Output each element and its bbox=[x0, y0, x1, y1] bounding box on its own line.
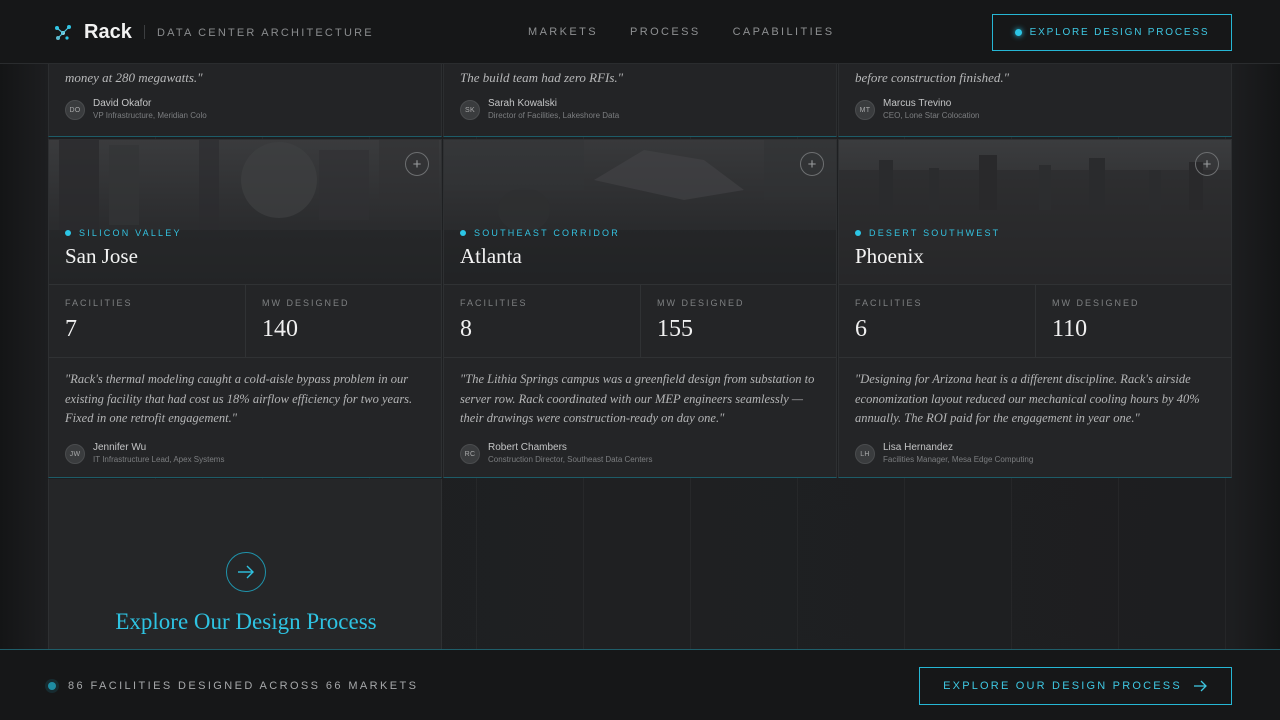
author-role: CEO, Lone Star Colocation bbox=[883, 111, 980, 120]
market-card-san-jose[interactable]: + SILICON VALLEY San Jose FACILITIES 7 M… bbox=[48, 139, 442, 478]
market-region: SILICON VALLEY bbox=[65, 228, 182, 238]
mw-value: 155 bbox=[657, 316, 693, 342]
testimonial-author: RC Robert Chambers Construction Director… bbox=[460, 442, 653, 466]
testimonial-quote: The build team had zero RFIs." bbox=[460, 70, 624, 85]
region-dot-icon bbox=[460, 230, 466, 236]
testimonial-card-top-1: money at 280 megawatts." DO David Okafor… bbox=[48, 64, 442, 137]
market-card-phoenix[interactable]: + DESERT SOUTHWEST Phoenix FACILITIES 6 … bbox=[838, 139, 1232, 478]
facilities-value: 8 bbox=[460, 316, 472, 342]
explore-process-title[interactable]: Explore Our Design Process bbox=[49, 609, 443, 635]
market-hero-image: + SILICON VALLEY San Jose bbox=[49, 140, 441, 285]
expand-plus-icon[interactable]: + bbox=[405, 152, 429, 176]
brand-tagline: DATA CENTER ARCHITECTURE bbox=[157, 27, 374, 39]
region-label: SOUTHEAST CORRIDOR bbox=[474, 228, 620, 238]
author-role: Director of Facilities, Lakeshore Data bbox=[488, 111, 620, 120]
explore-design-process-button[interactable]: EXPLORE DESIGN PROCESS bbox=[992, 14, 1232, 51]
market-city: Atlanta bbox=[460, 244, 522, 268]
explore-our-design-process-label: EXPLORE OUR DESIGN PROCESS bbox=[943, 680, 1182, 692]
rack-logo-icon[interactable] bbox=[52, 22, 74, 44]
author-name: Lisa Hernandez bbox=[883, 442, 954, 453]
mw-value: 110 bbox=[1052, 316, 1088, 342]
author-name: David Okafor bbox=[93, 98, 152, 109]
avatar: DO bbox=[65, 100, 85, 120]
facilities-summary: 86 FACILITIES DESIGNED ACROSS 66 MARKETS bbox=[68, 680, 419, 692]
author-role: Facilities Manager, Mesa Edge Computing bbox=[883, 455, 1034, 464]
facilities-value: 6 bbox=[855, 316, 867, 342]
region-dot-icon bbox=[65, 230, 71, 236]
market-stats: FACILITIES 8 MW DESIGNED 155 bbox=[444, 285, 836, 358]
expand-plus-icon[interactable]: + bbox=[1195, 152, 1219, 176]
brand-name[interactable]: Rack bbox=[84, 21, 132, 44]
author-name: Sarah Kowalski bbox=[488, 98, 557, 109]
brand-divider bbox=[144, 25, 145, 39]
author-name: Jennifer Wu bbox=[93, 442, 147, 453]
sticky-footer: 86 FACILITIES DESIGNED ACROSS 66 MARKETS… bbox=[0, 649, 1280, 720]
market-city: Phoenix bbox=[855, 244, 924, 268]
facilities-stat: FACILITIES 6 bbox=[839, 285, 1036, 358]
testimonial-card-top-3: before construction finished." MT Marcus… bbox=[838, 64, 1232, 137]
nav-markets[interactable]: MARKETS bbox=[528, 26, 598, 38]
testimonial-quote: "Rack's thermal modeling caught a cold-a… bbox=[65, 372, 413, 425]
testimonial-quote: "Designing for Arizona heat is a differe… bbox=[855, 372, 1200, 425]
market-hero-image: + SOUTHEAST CORRIDOR Atlanta bbox=[444, 140, 836, 285]
facilities-label: FACILITIES bbox=[65, 298, 133, 308]
market-hero-image: + DESERT SOUTHWEST Phoenix bbox=[839, 140, 1231, 285]
market-region: DESERT SOUTHWEST bbox=[855, 228, 1000, 238]
author-role: IT Infrastructure Lead, Apex Systems bbox=[93, 455, 225, 464]
testimonial-author: SK Sarah Kowalski Director of Facilities… bbox=[460, 98, 619, 122]
status-dot-icon bbox=[48, 682, 56, 690]
facilities-stat: FACILITIES 8 bbox=[444, 285, 641, 358]
main-nav: MARKETS PROCESS CAPABILITIES bbox=[528, 26, 835, 38]
market-card-atlanta[interactable]: + SOUTHEAST CORRIDOR Atlanta FACILITIES … bbox=[443, 139, 837, 478]
region-label: DESERT SOUTHWEST bbox=[869, 228, 1001, 238]
testimonial-card-top-2: The build team had zero RFIs." SK Sarah … bbox=[443, 64, 837, 137]
market-city: San Jose bbox=[65, 244, 138, 268]
mw-stat: MW DESIGNED 110 bbox=[1036, 285, 1231, 358]
market-stats: FACILITIES 7 MW DESIGNED 140 bbox=[49, 285, 441, 358]
facilities-value: 7 bbox=[65, 316, 77, 342]
avatar: SK bbox=[460, 100, 480, 120]
facilities-label: FACILITIES bbox=[460, 298, 528, 308]
testimonial-author: DO David Okafor VP Infrastructure, Merid… bbox=[65, 98, 207, 122]
mw-label: MW DESIGNED bbox=[262, 298, 350, 308]
testimonial-author: MT Marcus Trevino CEO, Lone Star Colocat… bbox=[855, 98, 980, 122]
arrow-right-icon bbox=[1193, 680, 1207, 692]
expand-plus-icon[interactable]: + bbox=[800, 152, 824, 176]
author-name: Marcus Trevino bbox=[883, 98, 952, 109]
testimonial-author: LH Lisa Hernandez Facilities Manager, Me… bbox=[855, 442, 1033, 466]
mw-stat: MW DESIGNED 140 bbox=[246, 285, 441, 358]
facilities-stat: FACILITIES 7 bbox=[49, 285, 246, 358]
explore-process-card[interactable]: Explore Our Design Process bbox=[48, 479, 442, 649]
mw-stat: MW DESIGNED 155 bbox=[641, 285, 836, 358]
nav-capabilities[interactable]: CAPABILITIES bbox=[733, 26, 835, 38]
status-dot-icon bbox=[1014, 29, 1022, 36]
mw-label: MW DESIGNED bbox=[1052, 298, 1140, 308]
avatar: RC bbox=[460, 444, 480, 464]
testimonial-quote: before construction finished." bbox=[855, 70, 1010, 85]
testimonial-quote: money at 280 megawatts." bbox=[65, 70, 203, 85]
mw-label: MW DESIGNED bbox=[657, 298, 745, 308]
facilities-label: FACILITIES bbox=[855, 298, 923, 308]
arrow-right-icon[interactable] bbox=[226, 552, 266, 592]
author-name: Robert Chambers bbox=[488, 442, 567, 453]
market-region: SOUTHEAST CORRIDOR bbox=[460, 228, 620, 238]
explore-design-process-label: EXPLORE DESIGN PROCESS bbox=[1029, 27, 1210, 38]
author-role: VP Infrastructure, Meridian Colo bbox=[93, 111, 207, 120]
avatar: LH bbox=[855, 444, 875, 464]
testimonial-quote: "The Lithia Springs campus was a greenfi… bbox=[460, 372, 815, 425]
mw-value: 140 bbox=[262, 316, 298, 342]
market-stats: FACILITIES 6 MW DESIGNED 110 bbox=[839, 285, 1231, 358]
site-header: Rack DATA CENTER ARCHITECTURE MARKETS PR… bbox=[0, 0, 1280, 64]
region-dot-icon bbox=[855, 230, 861, 236]
avatar: MT bbox=[855, 100, 875, 120]
author-role: Construction Director, Southeast Data Ce… bbox=[488, 455, 653, 464]
testimonial-author: JW Jennifer Wu IT Infrastructure Lead, A… bbox=[65, 442, 224, 466]
avatar: JW bbox=[65, 444, 85, 464]
region-label: SILICON VALLEY bbox=[79, 228, 182, 238]
nav-process[interactable]: PROCESS bbox=[630, 26, 701, 38]
explore-our-design-process-button[interactable]: EXPLORE OUR DESIGN PROCESS bbox=[919, 667, 1232, 705]
